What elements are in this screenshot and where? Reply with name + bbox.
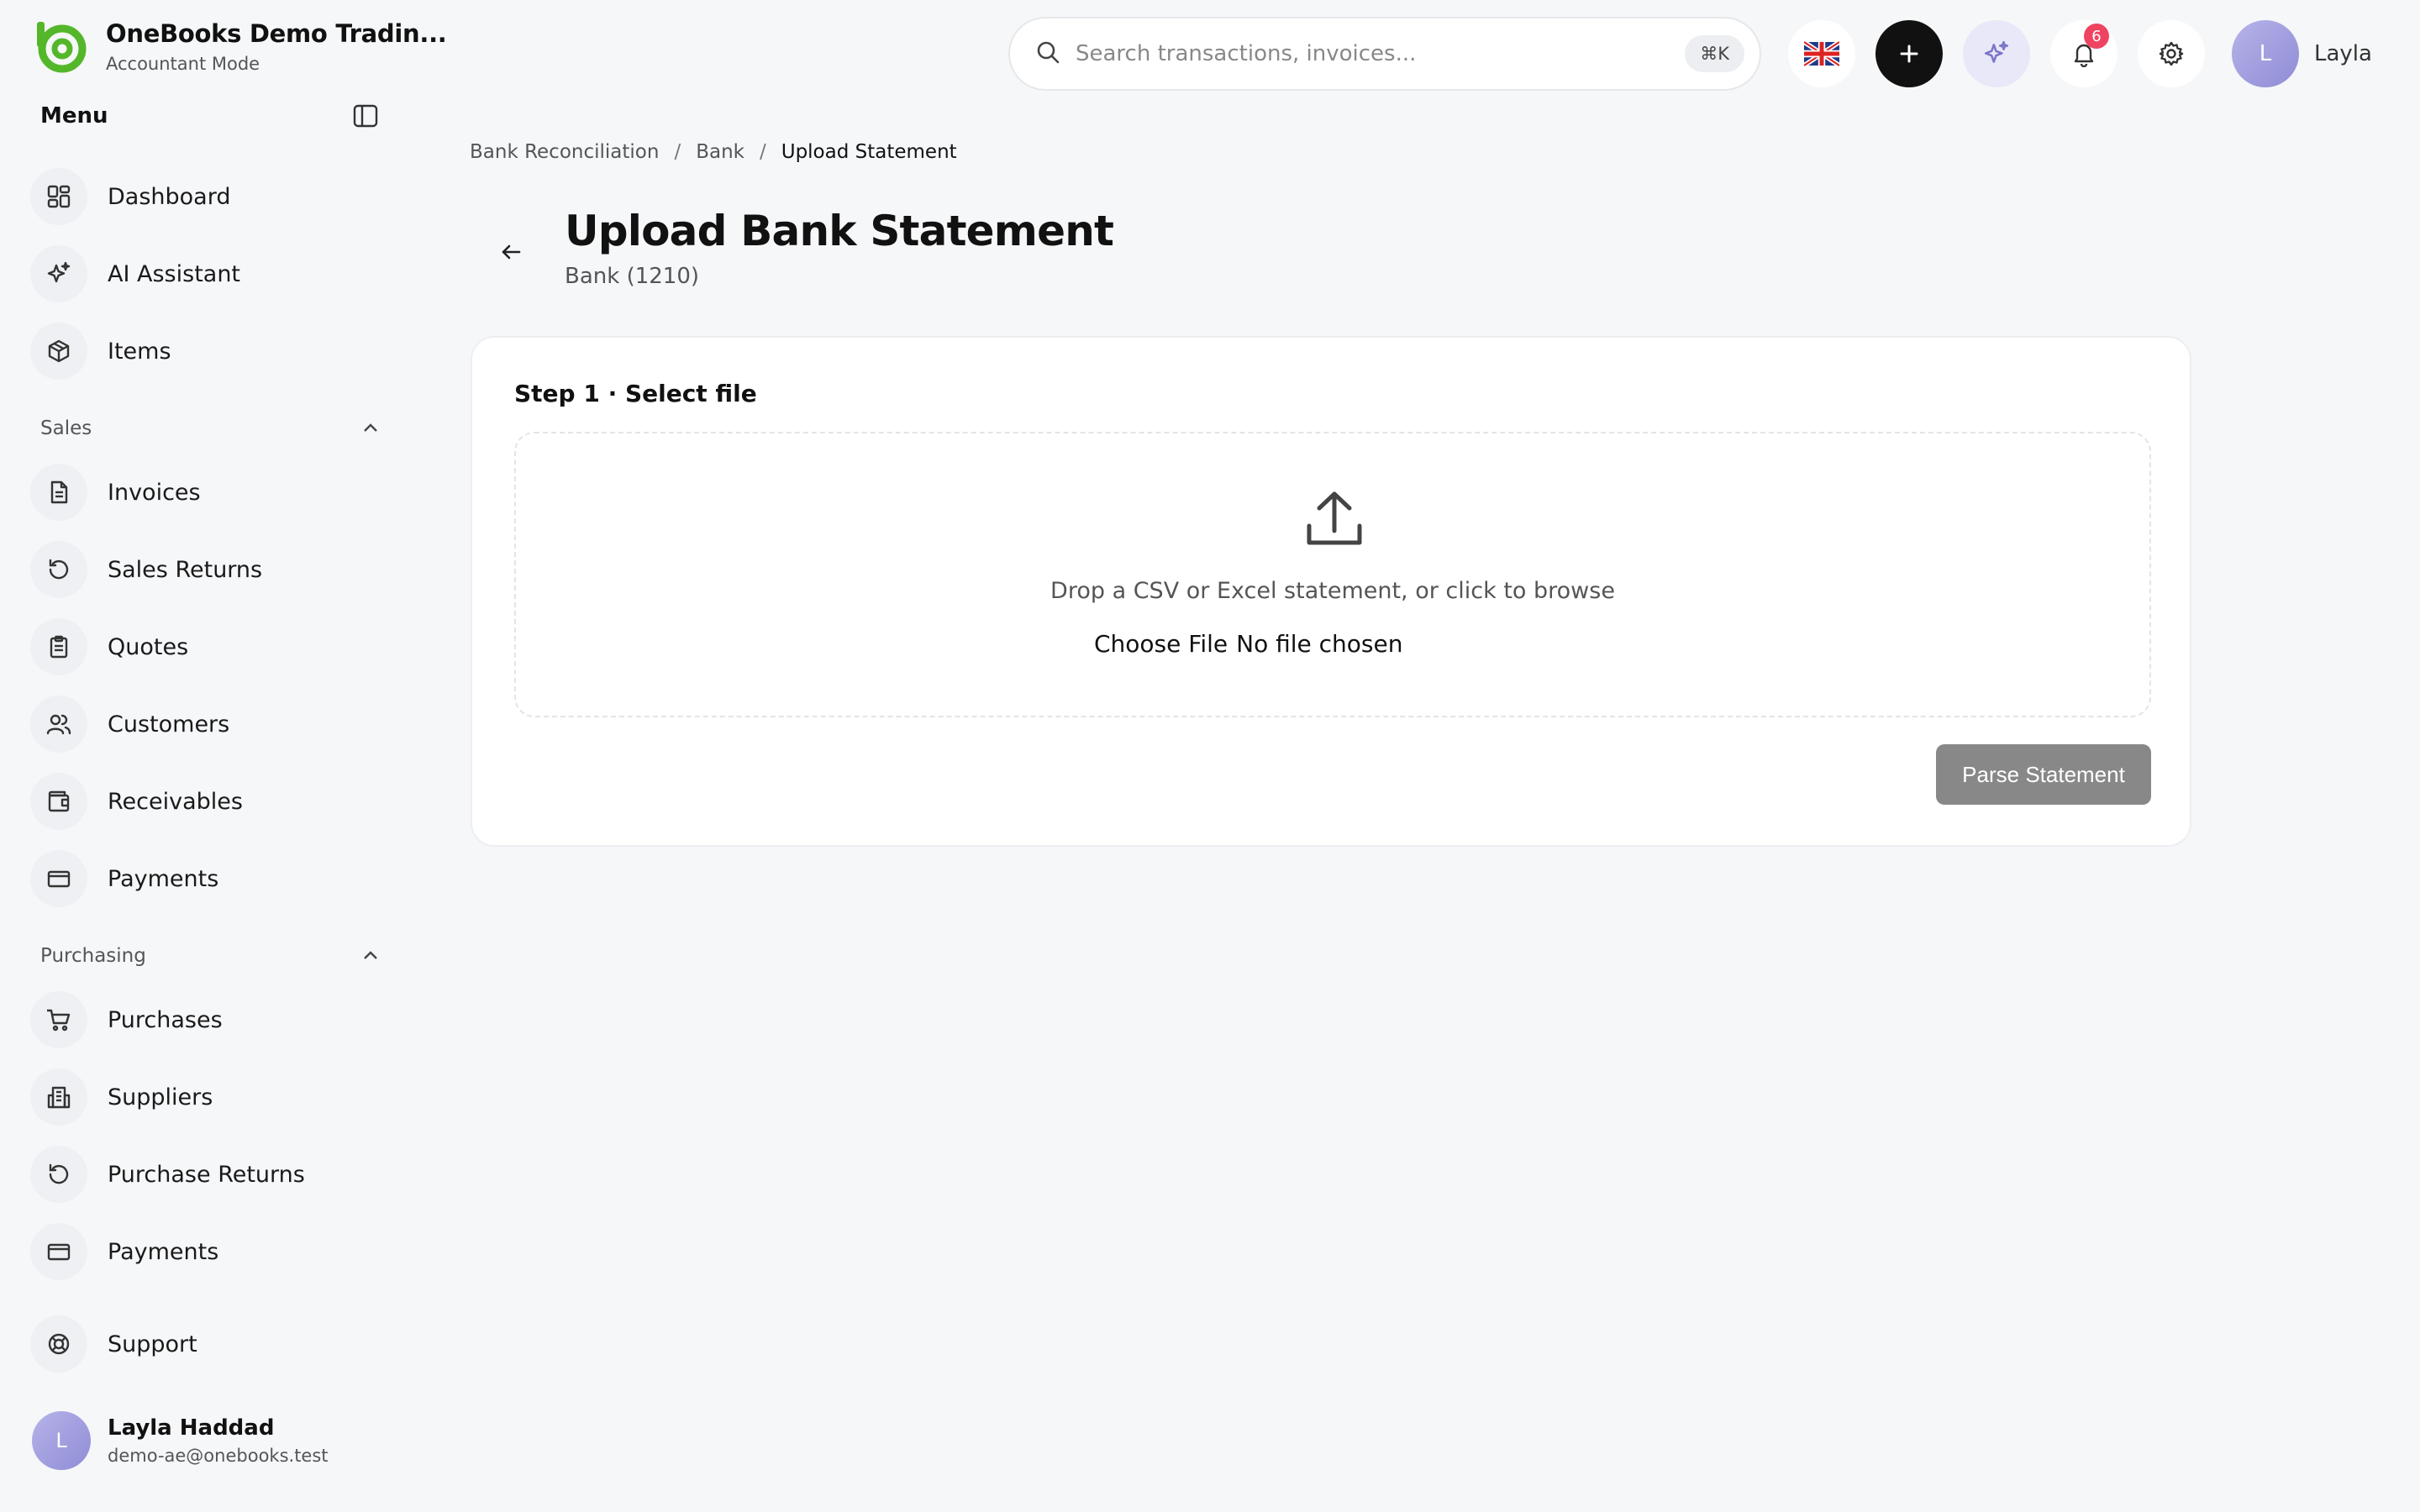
- user-name: Layla: [2314, 41, 2372, 66]
- sidebar-item-invoices[interactable]: Invoices: [30, 462, 383, 522]
- step-title: Step 1 · Select file: [514, 380, 757, 407]
- shopping-cart-icon: [30, 991, 87, 1048]
- menu-header: Menu: [40, 101, 380, 131]
- wallet-icon: [30, 773, 87, 830]
- search-bar[interactable]: ⌘K: [1008, 17, 1761, 91]
- sidebar-item-support[interactable]: Support: [30, 1314, 383, 1374]
- user-menu[interactable]: L Layla: [2232, 20, 2372, 87]
- sidebar-item-label: Invoices: [108, 479, 201, 506]
- sidebar-item-label: Purchase Returns: [108, 1161, 305, 1188]
- gear-icon: [2159, 41, 2184, 66]
- sidebar-toggle-icon[interactable]: [351, 102, 380, 130]
- sidebar-item-sales-returns[interactable]: Sales Returns: [30, 539, 383, 600]
- credit-card-icon: [30, 850, 87, 907]
- sidebar-item-suppliers[interactable]: Suppliers: [30, 1067, 383, 1127]
- ai-assistant-button[interactable]: [1963, 20, 2030, 87]
- sparkles-icon: [1984, 40, 2009, 63]
- user-profile[interactable]: L Layla Haddad demo-ae@onebooks.test: [32, 1411, 329, 1470]
- sidebar-item-purchase-payments[interactable]: Payments: [30, 1221, 383, 1282]
- file-status: No file chosen: [1236, 630, 1403, 658]
- sidebar: OneBooks Demo Tradin... Accountant Mode …: [0, 0, 447, 1512]
- menu-label: Menu: [40, 103, 108, 129]
- avatar: L: [2232, 20, 2299, 87]
- profile-name: Layla Haddad: [108, 1415, 275, 1441]
- language-switcher[interactable]: [1788, 20, 1855, 87]
- sidebar-item-label: Payments: [108, 865, 219, 892]
- package-icon: [30, 323, 87, 380]
- file-dropzone[interactable]: Drop a CSV or Excel statement, or click …: [514, 432, 2151, 717]
- sidebar-item-label: Purchases: [108, 1006, 223, 1033]
- sidebar-item-label: Quotes: [108, 633, 189, 660]
- search-shortcut-badge: ⌘K: [1685, 35, 1744, 72]
- page-subtitle: Bank (1210): [565, 264, 700, 289]
- building-icon: [30, 1068, 87, 1126]
- profile-email: demo-ae@onebooks.test: [108, 1446, 329, 1466]
- file-text-icon: [30, 464, 87, 521]
- sidebar-item-purchase-returns[interactable]: Purchase Returns: [30, 1144, 383, 1205]
- chevron-up-icon: [361, 421, 380, 437]
- sidebar-item-label: Support: [108, 1331, 197, 1357]
- breadcrumb: Bank Reconciliation / Bank / Upload Stat…: [470, 141, 957, 163]
- parse-statement-button[interactable]: Parse Statement: [1936, 744, 2151, 805]
- arrow-left-icon: [502, 244, 521, 260]
- dashboard-icon: [30, 168, 87, 225]
- sidebar-item-items[interactable]: Items: [30, 321, 383, 381]
- file-input[interactable]: Choose File No file chosen: [1094, 630, 1403, 658]
- plus-icon: [1900, 45, 1918, 63]
- search-icon: [1035, 39, 1060, 68]
- sidebar-item-payments[interactable]: Payments: [30, 848, 383, 909]
- notification-count-badge: 6: [2084, 24, 2109, 49]
- back-button[interactable]: [492, 234, 529, 270]
- search-input[interactable]: [1076, 41, 1686, 66]
- sidebar-item-ai-assistant[interactable]: AI Assistant: [30, 244, 383, 304]
- life-buoy-icon: [30, 1315, 87, 1373]
- upload-card: Step 1 · Select file Drop a CSV or Excel…: [471, 336, 2191, 847]
- breadcrumb-separator: /: [759, 141, 766, 163]
- accountant-mode-label: Accountant Mode: [106, 54, 260, 74]
- avatar: L: [32, 1411, 91, 1470]
- company-name: OneBooks Demo Tradin...: [106, 19, 447, 48]
- sidebar-item-dashboard[interactable]: Dashboard: [30, 166, 383, 227]
- sales-section-header[interactable]: Sales: [40, 413, 380, 444]
- brand[interactable]: OneBooks Demo Tradin... Accountant Mode: [34, 18, 447, 74]
- sidebar-item-label: Customers: [108, 711, 230, 738]
- users-icon: [30, 696, 87, 753]
- brand-logo-icon: [37, 22, 87, 73]
- sales-section-label: Sales: [40, 417, 92, 439]
- sidebar-item-label: Items: [108, 338, 171, 365]
- chevron-up-icon: [361, 948, 380, 964]
- page-title: Upload Bank Statement: [565, 207, 1114, 255]
- rotate-ccw-icon: [30, 1146, 87, 1203]
- notifications-button[interactable]: 6: [2050, 20, 2118, 87]
- sidebar-item-quotes[interactable]: Quotes: [30, 617, 383, 677]
- sidebar-item-purchases[interactable]: Purchases: [30, 990, 383, 1050]
- purchasing-section-header[interactable]: Purchasing: [40, 941, 380, 971]
- sidebar-item-label: Dashboard: [108, 183, 231, 210]
- purchasing-section-label: Purchasing: [40, 945, 146, 967]
- sparkles-icon: [30, 245, 87, 302]
- sidebar-item-label: Payments: [108, 1238, 219, 1265]
- sidebar-item-label: Suppliers: [108, 1084, 213, 1110]
- uk-flag-icon: [1804, 41, 1839, 66]
- upload-icon: [1307, 491, 1362, 545]
- breadcrumb-current: Upload Statement: [781, 141, 957, 163]
- sidebar-item-label: Sales Returns: [108, 556, 263, 583]
- choose-file-button[interactable]: Choose File: [1094, 630, 1228, 658]
- sidebar-item-customers[interactable]: Customers: [30, 694, 383, 754]
- sidebar-item-label: AI Assistant: [108, 260, 241, 287]
- clipboard-icon: [30, 618, 87, 675]
- breadcrumb-bank-reconciliation[interactable]: Bank Reconciliation: [470, 141, 659, 163]
- quick-create-button[interactable]: [1876, 20, 1943, 87]
- breadcrumb-bank[interactable]: Bank: [696, 141, 744, 163]
- dropzone-instructions: Drop a CSV or Excel statement, or click …: [1050, 578, 1615, 604]
- breadcrumb-separator: /: [674, 141, 681, 163]
- settings-button[interactable]: [2138, 20, 2205, 87]
- rotate-ccw-icon: [30, 541, 87, 598]
- sidebar-item-label: Receivables: [108, 788, 243, 815]
- credit-card-icon: [30, 1223, 87, 1280]
- sidebar-item-receivables[interactable]: Receivables: [30, 771, 383, 832]
